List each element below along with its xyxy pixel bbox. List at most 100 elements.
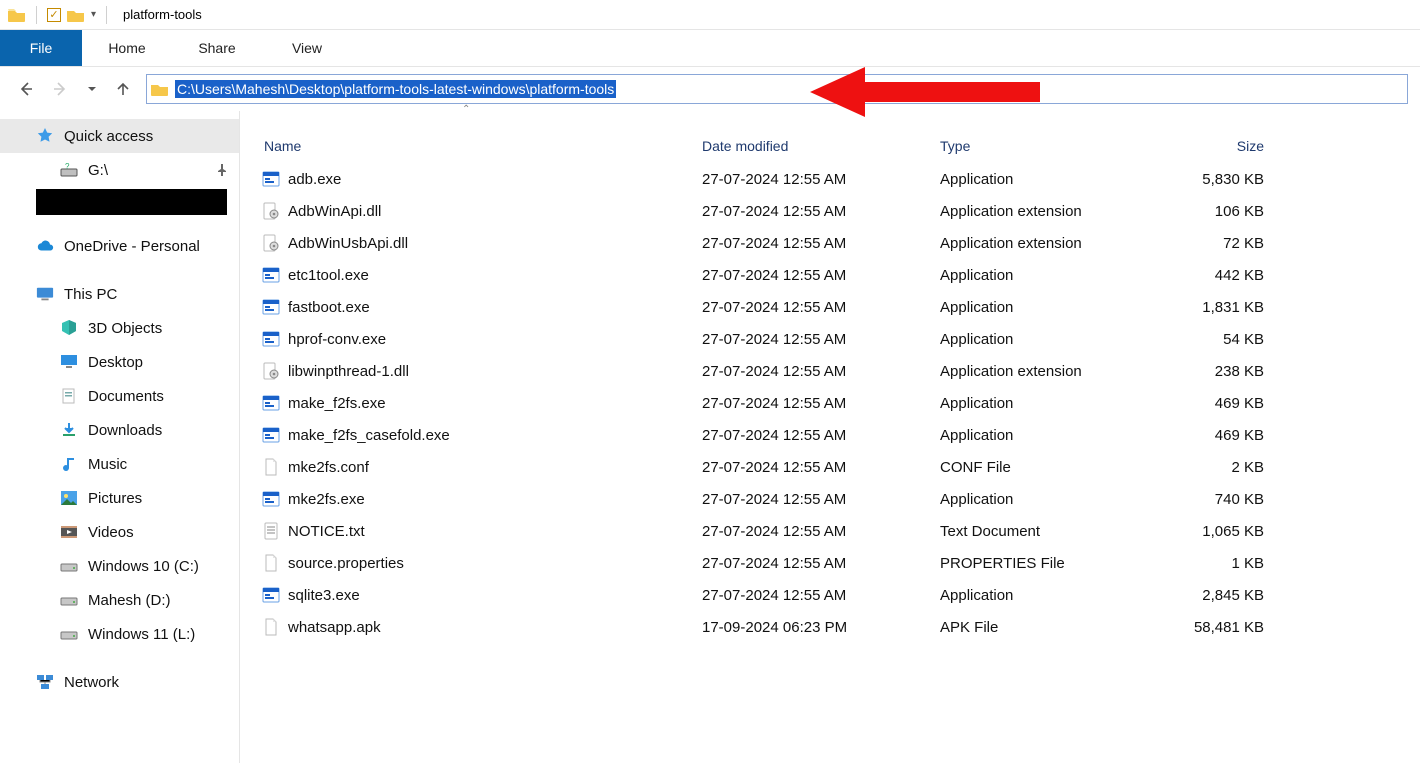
- file-size: 5,830 KB: [1140, 171, 1270, 188]
- navigation-pane: Quick access ? G:\ OneDrive - Personal: [0, 111, 240, 763]
- view-tab[interactable]: View: [262, 30, 352, 66]
- file-txt-icon: [262, 522, 280, 540]
- sidebar-pc-item[interactable]: Windows 10 (C:): [0, 549, 239, 583]
- file-exe-icon: [262, 490, 280, 508]
- network-icon: [36, 673, 54, 691]
- cloud-icon: [36, 237, 54, 255]
- address-bar[interactable]: C:\Users\Mahesh\Desktop\platform-tools-l…: [146, 74, 1408, 104]
- title-bar: ✓ ▾ platform-tools: [0, 0, 1420, 30]
- file-type: Application: [940, 171, 1140, 188]
- column-headers: Name Date modified Type Size: [262, 129, 1412, 163]
- file-size: 2,845 KB: [1140, 587, 1270, 604]
- home-tab[interactable]: Home: [82, 30, 172, 66]
- qat-folder-icon[interactable]: [67, 8, 85, 22]
- sidebar-pc-item[interactable]: Pictures: [0, 481, 239, 515]
- file-size: 469 KB: [1140, 427, 1270, 444]
- file-dll-icon: [262, 234, 280, 252]
- file-exe-icon: [262, 426, 280, 444]
- sidebar-pc-item[interactable]: Music: [0, 447, 239, 481]
- sidebar-item-label: Windows 11 (L:): [88, 626, 195, 643]
- sidebar-quick-item[interactable]: ? G:\: [0, 153, 239, 187]
- file-type: Application extension: [940, 203, 1140, 220]
- file-type: PROPERTIES File: [940, 555, 1140, 572]
- share-tab[interactable]: Share: [172, 30, 262, 66]
- file-type: Application extension: [940, 363, 1140, 380]
- recent-locations-dropdown[interactable]: [84, 76, 100, 102]
- file-name: adb.exe: [288, 171, 341, 188]
- file-row[interactable]: mke2fs.exe27-07-2024 12:55 AMApplication…: [262, 483, 1412, 515]
- documents-icon: [60, 387, 78, 405]
- column-header-date[interactable]: Date modified: [702, 138, 940, 154]
- file-row[interactable]: adb.exe27-07-2024 12:55 AMApplication5,8…: [262, 163, 1412, 195]
- file-row[interactable]: NOTICE.txt27-07-2024 12:55 AMText Docume…: [262, 515, 1412, 547]
- file-row[interactable]: fastboot.exe27-07-2024 12:55 AMApplicati…: [262, 291, 1412, 323]
- file-row[interactable]: whatsapp.apk17-09-2024 06:23 PMAPK File5…: [262, 611, 1412, 643]
- qat-properties-icon[interactable]: ✓: [47, 8, 61, 22]
- sidebar-onedrive[interactable]: OneDrive - Personal: [0, 229, 239, 263]
- downloads-icon: [60, 421, 78, 439]
- file-tab[interactable]: File: [0, 30, 82, 66]
- pin-icon: [217, 164, 227, 176]
- file-date: 27-07-2024 12:55 AM: [702, 395, 940, 412]
- file-size: 1,065 KB: [1140, 523, 1270, 540]
- file-size: 54 KB: [1140, 331, 1270, 348]
- file-type: Application: [940, 267, 1140, 284]
- file-exe-icon: [262, 266, 280, 284]
- file-name: etc1tool.exe: [288, 267, 369, 284]
- file-date: 17-09-2024 06:23 PM: [702, 619, 940, 636]
- sidebar-pc-item[interactable]: Mahesh (D:): [0, 583, 239, 617]
- file-row[interactable]: hprof-conv.exe27-07-2024 12:55 AMApplica…: [262, 323, 1412, 355]
- address-path[interactable]: C:\Users\Mahesh\Desktop\platform-tools-l…: [175, 80, 616, 98]
- file-blank-icon: [262, 458, 280, 476]
- sidebar-network[interactable]: Network: [0, 665, 239, 699]
- back-button[interactable]: [12, 76, 38, 102]
- sidebar-pc-item[interactable]: Windows 11 (L:): [0, 617, 239, 651]
- star-icon: [36, 127, 54, 145]
- sidebar-pc-item[interactable]: Documents: [0, 379, 239, 413]
- file-row[interactable]: AdbWinApi.dll27-07-2024 12:55 AMApplicat…: [262, 195, 1412, 227]
- pictures-icon: [60, 489, 78, 507]
- column-header-size[interactable]: Size: [1140, 138, 1270, 154]
- file-name: AdbWinApi.dll: [288, 203, 381, 220]
- sidebar-pc-item[interactable]: Videos: [0, 515, 239, 549]
- videos-icon: [60, 523, 78, 541]
- sidebar-pc-item[interactable]: Desktop: [0, 345, 239, 379]
- file-size: 2 KB: [1140, 459, 1270, 476]
- file-size: 469 KB: [1140, 395, 1270, 412]
- file-row[interactable]: libwinpthread-1.dll27-07-2024 12:55 AMAp…: [262, 355, 1412, 387]
- sidebar-pc-item[interactable]: Downloads: [0, 413, 239, 447]
- file-list-pane: ⌃ Name Date modified Type Size adb.exe27…: [240, 111, 1420, 763]
- file-date: 27-07-2024 12:55 AM: [702, 459, 940, 476]
- file-size: 106 KB: [1140, 203, 1270, 220]
- file-size: 72 KB: [1140, 235, 1270, 252]
- qat-dropdown-icon[interactable]: ▾: [91, 9, 96, 20]
- file-dll-icon: [262, 362, 280, 380]
- file-row[interactable]: mke2fs.conf27-07-2024 12:55 AMCONF File2…: [262, 451, 1412, 483]
- file-type: Application: [940, 299, 1140, 316]
- file-exe-icon: [262, 330, 280, 348]
- desktop-icon: [60, 353, 78, 371]
- file-row[interactable]: etc1tool.exe27-07-2024 12:55 AMApplicati…: [262, 259, 1412, 291]
- drive-question-icon: ?: [60, 161, 78, 179]
- up-button[interactable]: [110, 76, 136, 102]
- sidebar-quick-access[interactable]: Quick access: [0, 119, 239, 153]
- pc-icon: [36, 285, 54, 303]
- column-header-name[interactable]: Name: [262, 138, 702, 154]
- sidebar-item-label: G:\: [88, 162, 108, 179]
- sidebar-this-pc[interactable]: This PC: [0, 277, 239, 311]
- column-header-type[interactable]: Type: [940, 138, 1140, 154]
- drive-icon: [60, 557, 78, 575]
- file-row[interactable]: sqlite3.exe27-07-2024 12:55 AMApplicatio…: [262, 579, 1412, 611]
- file-row[interactable]: make_f2fs.exe27-07-2024 12:55 AMApplicat…: [262, 387, 1412, 419]
- file-type: Application: [940, 587, 1140, 604]
- music-icon: [60, 455, 78, 473]
- sidebar-pc-item[interactable]: 3D Objects: [0, 311, 239, 345]
- forward-button[interactable]: [48, 76, 74, 102]
- file-row[interactable]: source.properties27-07-2024 12:55 AMPROP…: [262, 547, 1412, 579]
- file-type: Application: [940, 331, 1140, 348]
- separator: [106, 6, 107, 24]
- file-row[interactable]: make_f2fs_casefold.exe27-07-2024 12:55 A…: [262, 419, 1412, 451]
- file-row[interactable]: AdbWinUsbApi.dll27-07-2024 12:55 AMAppli…: [262, 227, 1412, 259]
- ribbon: File Home Share View: [0, 30, 1420, 67]
- file-date: 27-07-2024 12:55 AM: [702, 299, 940, 316]
